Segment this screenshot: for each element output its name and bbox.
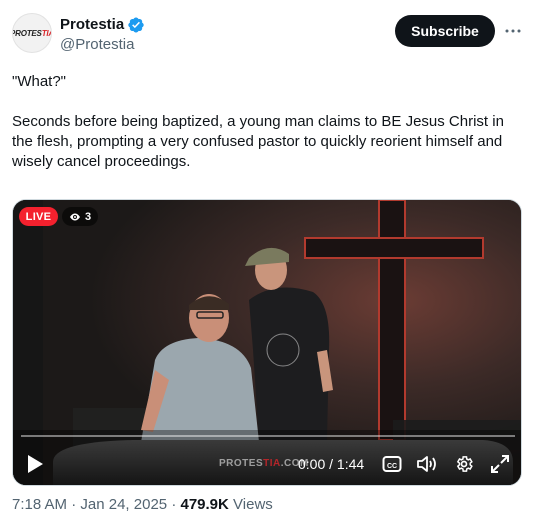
author-display-name[interactable]: Protestia: [60, 15, 145, 35]
eye-icon: [70, 213, 80, 220]
author-handle[interactable]: @Protestia: [60, 35, 145, 55]
avatar-logo: PROTESTIA: [12, 28, 51, 38]
progress-bar[interactable]: [21, 435, 515, 437]
video-controls: 0:00 / 1:44 CC: [13, 448, 521, 480]
verified-badge-icon: [128, 17, 144, 33]
volume-icon[interactable]: [416, 454, 438, 474]
more-horizontal-icon[interactable]: [503, 21, 523, 41]
tweet-date[interactable]: Jan 24, 2025: [80, 496, 167, 513]
svg-text:CC: CC: [387, 463, 397, 470]
viewer-count-text: 3: [85, 210, 92, 223]
live-badge: LIVE: [19, 207, 58, 226]
video-time: 0:00 / 1:44: [298, 456, 365, 472]
tweet-meta: 7:18 AM · Jan 24, 2025 · 479.9K Views: [12, 495, 273, 515]
fullscreen-icon[interactable]: [489, 453, 511, 475]
meta-separator: ·: [71, 496, 77, 513]
video-frame: [13, 200, 521, 485]
avatar[interactable]: PROTESTIA: [12, 13, 52, 53]
tweet-text: "What?" Seconds before being baptized, a…: [12, 72, 522, 172]
viewer-count: 3: [62, 207, 99, 226]
settings-icon[interactable]: [453, 453, 475, 475]
captions-icon[interactable]: CC: [382, 454, 402, 474]
play-icon[interactable]: [25, 452, 45, 476]
author-block: Protestia @Protestia: [60, 15, 145, 55]
tweet-header: PROTESTIA Protestia @Protestia Subscribe: [12, 13, 524, 57]
views-label: Views: [233, 496, 273, 513]
tweet-body: Seconds before being baptized, a young m…: [12, 113, 504, 170]
subscribe-button[interactable]: Subscribe: [395, 15, 495, 47]
tweet-quote: "What?": [12, 73, 67, 90]
tweet-time[interactable]: 7:18 AM: [12, 496, 67, 513]
views-count: 479.9K: [180, 496, 229, 513]
author-name-text[interactable]: Protestia: [60, 15, 124, 35]
video-player[interactable]: LIVE 3 PROTESTIA.COM 0:00 / 1:44 CC: [12, 199, 522, 486]
meta-separator: ·: [171, 496, 177, 513]
